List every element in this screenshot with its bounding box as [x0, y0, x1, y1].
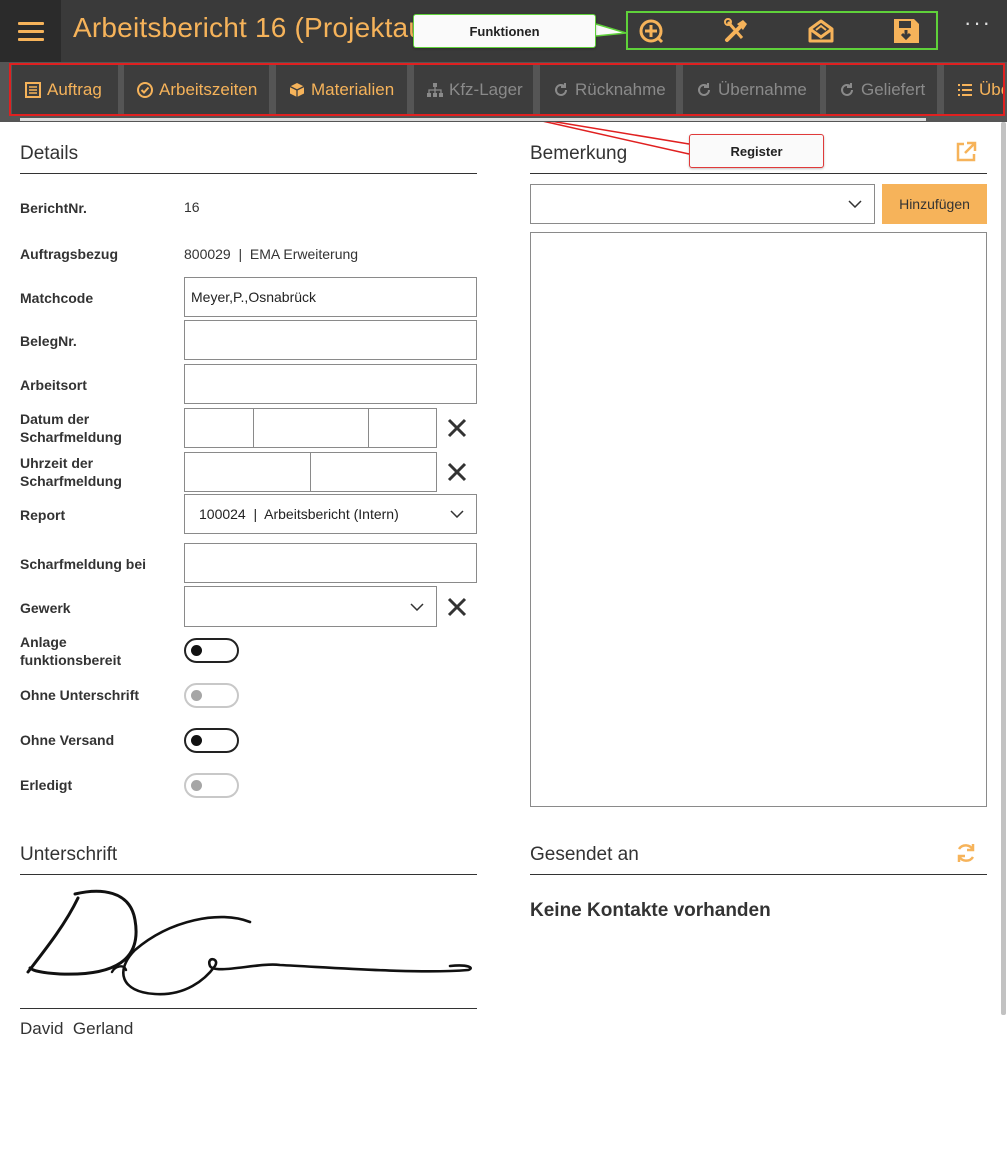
divider: [530, 173, 987, 174]
chevron-down-icon: [410, 602, 424, 611]
belegnr-label: BelegNr.: [20, 333, 77, 349]
auftragsbezug-value: 800029 | EMA Erweiterung: [184, 246, 359, 262]
clear-gewerk-icon[interactable]: [445, 595, 469, 619]
bemerkung-heading: Bemerkung: [530, 143, 628, 164]
toggle-knob: [191, 735, 202, 746]
hamburger-line: [18, 30, 44, 33]
external-link-icon[interactable]: [954, 140, 978, 164]
anlage-funktionsbereit-toggle[interactable]: [184, 638, 239, 663]
no-contacts-message: Keine Kontakte vorhanden: [530, 900, 771, 921]
matchcode-label: Matchcode: [20, 290, 94, 306]
time-minute-field[interactable]: [310, 452, 437, 492]
divider: [20, 874, 477, 875]
auftragsbezug-label: Auftragsbezug: [20, 246, 118, 262]
erledigt-toggle[interactable]: [184, 773, 239, 798]
toggle-knob: [191, 780, 202, 791]
vertical-scrollbar[interactable]: [1001, 122, 1006, 1015]
bemerkung-template-select[interactable]: [530, 184, 875, 224]
save-download-icon[interactable]: [888, 16, 924, 46]
scharfmeldung-bei-label: Scharfmeldung bei: [20, 556, 147, 572]
gewerk-select[interactable]: [184, 586, 437, 627]
arbeitsort-field[interactable]: [184, 364, 477, 404]
tools-icon[interactable]: [718, 16, 754, 46]
clear-date-icon[interactable]: [445, 416, 469, 440]
hamburger-line: [18, 22, 44, 25]
chevron-down-icon: [848, 200, 862, 208]
add-circle-icon[interactable]: [634, 16, 670, 46]
hamburger-line: [18, 38, 44, 41]
date-day-field[interactable]: [184, 408, 254, 448]
ohne-versand-toggle[interactable]: [184, 728, 239, 753]
ohne-unterschrift-toggle[interactable]: [184, 683, 239, 708]
erledigt-label: Erledigt: [20, 777, 73, 793]
functions-annotation: Funktionen: [413, 14, 596, 48]
clear-time-icon[interactable]: [445, 460, 469, 484]
berichtnr-label: BerichtNr.: [20, 200, 87, 216]
register-frame: [9, 63, 1005, 116]
toggle-knob: [191, 645, 202, 656]
refresh-icon[interactable]: [954, 841, 978, 865]
belegnr-field[interactable]: [184, 320, 477, 360]
divider: [530, 874, 987, 875]
divider: [20, 1008, 477, 1009]
chevron-down-icon: [450, 510, 464, 518]
toggle-knob: [191, 690, 202, 701]
more-options-button[interactable]: ···: [958, 10, 998, 42]
ohne-unterschrift-label: Ohne Unterschrift: [20, 687, 140, 703]
matchcode-field[interactable]: Meyer,P.,Osnabrück: [184, 277, 477, 317]
uhrzeit-scharfmeldung-label: Uhrzeit der Scharfmeldung: [20, 455, 122, 489]
report-label: Report: [20, 507, 66, 523]
gewerk-label: Gewerk: [20, 600, 71, 616]
report-select[interactable]: 100024 | Arbeitsbericht (Intern): [184, 494, 477, 534]
gesendet-heading: Gesendet an: [530, 844, 639, 865]
hamburger-menu-button[interactable]: [0, 0, 61, 62]
scharfmeldung-bei-field[interactable]: [184, 543, 477, 583]
report-selected-value: 100024 | Arbeitsbericht (Intern): [199, 506, 399, 522]
details-heading: Details: [20, 143, 79, 164]
page-title: Arbeitsbericht 16 (Projektauftrag): [73, 12, 413, 43]
datum-scharfmeldung-label: Datum der Scharfmeldung: [20, 411, 122, 445]
date-month-field[interactable]: [253, 408, 369, 448]
divider: [20, 173, 477, 174]
add-remark-button[interactable]: Hinzufügen: [882, 184, 987, 224]
tab-scroll-indicator: [20, 118, 926, 121]
ohne-versand-label: Ohne Versand: [20, 732, 115, 748]
arbeitsort-label: Arbeitsort: [20, 377, 87, 393]
signature-image[interactable]: [20, 880, 477, 1005]
time-hour-field[interactable]: [184, 452, 311, 492]
remark-textarea[interactable]: [530, 232, 987, 807]
signer-name: David Gerland: [20, 1019, 134, 1038]
functions-toolbar: [626, 11, 938, 50]
date-year-field[interactable]: [368, 408, 437, 448]
unterschrift-heading: Unterschrift: [20, 844, 118, 865]
anlage-funktionsbereit-label: Anlage funktionsbereit: [20, 634, 122, 668]
mail-open-icon[interactable]: [803, 16, 839, 46]
register-annotation: Register: [689, 134, 824, 168]
berichtnr-value: 16: [184, 199, 200, 215]
